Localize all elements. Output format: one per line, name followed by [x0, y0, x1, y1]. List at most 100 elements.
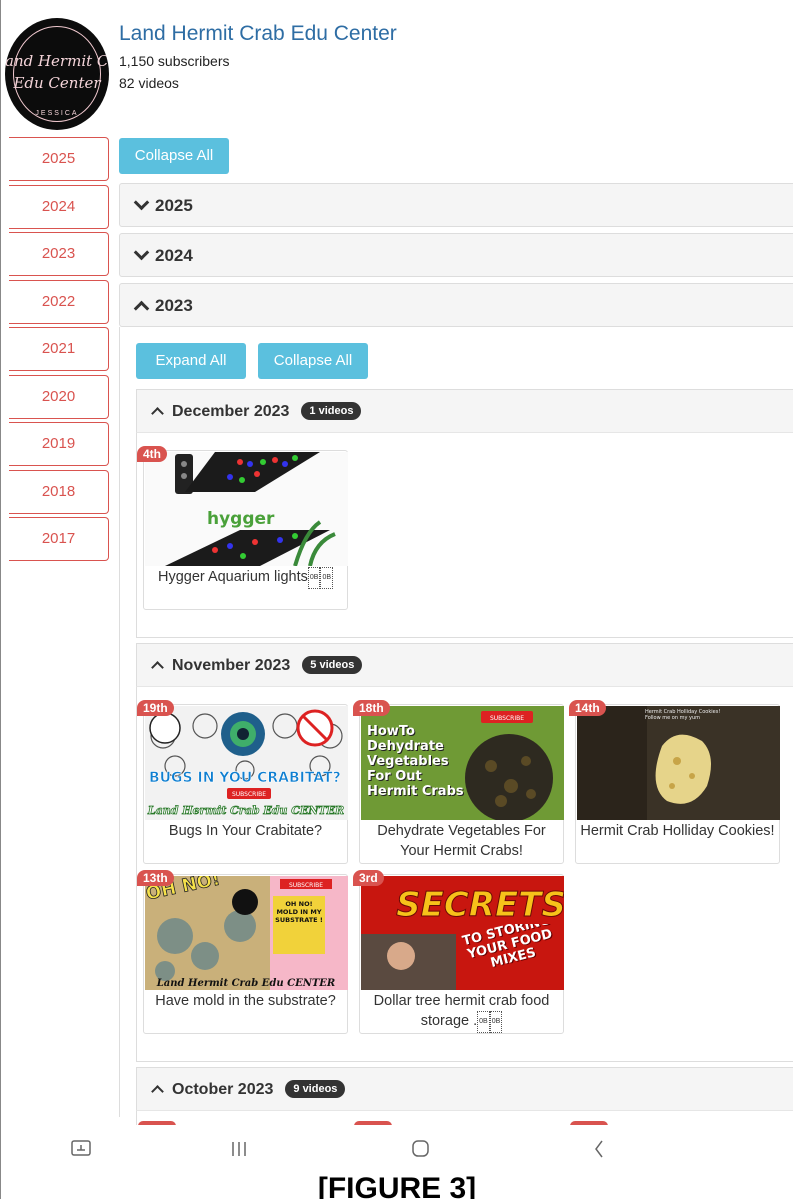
day-badge: 13th [137, 870, 174, 886]
channel-name-link[interactable]: Land Hermit Crab Edu Center [119, 22, 397, 46]
year-nav-2023[interactable]: 2023 [9, 232, 109, 276]
video-thumbnail[interactable]: Hermit Crab Holliday Cookies! Follow me … [577, 706, 780, 820]
thumbnail-cookies-image: Hermit Crab Holliday Cookies! Follow me … [577, 706, 780, 820]
video-thumbnail[interactable]: BUGS IN YOU CRABITAT? SUBSCRIBE Land Her… [145, 706, 348, 820]
video-count-badge: 1 videos [301, 402, 362, 420]
year-panel-2024[interactable]: 2024 [119, 233, 793, 277]
video-thumbnail[interactable]: hygger [145, 452, 348, 566]
chevron-up-icon [151, 407, 164, 421]
video-title-text: Hygger Aquarium lights [157, 569, 308, 585]
day-badge-partial [354, 1121, 392, 1125]
thumbnail-title-text: OH NO! MOLD IN MY SUBSTRATE ! [275, 900, 323, 924]
avatar-text-line3: JESSICA [35, 110, 79, 117]
chevron-up-icon [133, 300, 150, 317]
video-count-badge: 5 videos [302, 656, 363, 674]
year-panel-2025[interactable]: 2025 [119, 183, 793, 227]
video-thumbnail[interactable]: SUBSCRIBE HowTo Dehydrate Vegetables For… [361, 706, 564, 820]
thumbnail-subscribe-text: SUBSCRIBE [490, 715, 524, 722]
month-header-november-2023[interactable]: November 2023 5 videos [136, 643, 793, 687]
video-card[interactable]: 3rd SECRETS TO STORING YOUR FOOD MIXES D… [353, 870, 564, 1034]
thumbnail-title-text: BUGS IN YOU CRABITAT? [149, 770, 341, 786]
video-title[interactable]: Hermit Crab Holliday Cookies! [580, 821, 775, 841]
collapse-all-button[interactable]: Collapse All [119, 138, 229, 174]
year-nav-2025[interactable]: 2025 [9, 137, 109, 181]
thumbnail-footer-text: Land Hermit Crab Edu CENTER [147, 804, 344, 817]
year-panel-2023[interactable]: 2023 [119, 283, 793, 327]
thumbnail-bugs-image: BUGS IN YOU CRABITAT? SUBSCRIBE Land Her… [145, 706, 348, 820]
chevron-up-icon [151, 661, 164, 675]
year-panel-label: 2023 [155, 296, 193, 315]
chevron-down-icon [133, 244, 150, 261]
video-title-text: Dollar tree hermit crab food storage . [373, 993, 550, 1029]
figure-caption: [FIGURE 3] [317, 1172, 477, 1199]
video-title[interactable]: Dehydrate Vegetables For Your Hermit Cra… [364, 821, 559, 861]
video-title[interactable]: Bugs In Your Crabitate? [148, 821, 343, 841]
home-icon[interactable] [412, 1140, 429, 1157]
month-label: December 2023 [172, 403, 290, 420]
thumbnail-dehydrate-image: SUBSCRIBE HowTo Dehydrate Vegetables For… [361, 706, 564, 820]
month-label: November 2023 [172, 657, 291, 674]
video-card[interactable]: 13th OH NO! MOLD IN MY SUBSTRATE ! SUBSC… [137, 870, 348, 1034]
day-badge-partial [570, 1121, 608, 1125]
collapse-all-2023-button[interactable]: Collapse All [258, 343, 368, 379]
video-title[interactable]: Have mold in the substrate? [148, 991, 343, 1011]
year-nav-2024[interactable]: 2024 [9, 184, 109, 229]
thumbnail-subtitle-text: TO STORING YOUR FOOD MIXES [460, 924, 554, 971]
year-nav-2018[interactable]: 2018 [9, 469, 109, 514]
missing-glyph-icon: 0B [320, 567, 334, 589]
missing-glyph-icon: 0B [489, 1011, 503, 1033]
month-header-december-2023[interactable]: December 2023 1 videos [136, 389, 793, 433]
video-card[interactable]: 14th Hermit Crab Holliday Cookies! Follo… [569, 700, 780, 864]
video-card[interactable]: 19th BUGS IN YOU CRABITAT? SUBSCRIBE Lan… [137, 700, 348, 864]
screen-cast-icon[interactable] [71, 1140, 91, 1156]
thumbnail-title-text: SECRETS [396, 885, 564, 925]
year-nav-2019[interactable]: 2019 [9, 422, 109, 466]
recent-apps-icon[interactable] [232, 1142, 246, 1156]
thumbnail-subscribe-text: SUBSCRIBE [289, 882, 323, 889]
year-panel-label: 2025 [155, 196, 193, 215]
avatar-text-line1: and Hermit Crab [5, 52, 109, 70]
channel-avatar[interactable]: and Hermit Crab Edu Center JESSICA [5, 18, 109, 130]
video-thumbnail[interactable]: OH NO! MOLD IN MY SUBSTRATE ! SUBSCRIBE … [145, 876, 348, 990]
expand-all-button[interactable]: Expand All [136, 343, 246, 379]
month-body-november-2023: 19th BUGS IN YOU CRABITAT? SUBSCRIBE Lan… [136, 687, 793, 1062]
year-nav-2020[interactable]: 2020 [9, 374, 109, 419]
day-badge: 14th [569, 700, 606, 716]
video-card[interactable]: 18th SUBSCRIBE HowTo Dehydrate Vegetable… [353, 700, 564, 864]
year-nav-2022[interactable]: 2022 [9, 279, 109, 324]
missing-glyph-icon: 0B [477, 1011, 490, 1033]
thumbnail-title-text: Hermit Crab Holliday Cookies! Follow me … [645, 709, 721, 721]
chevron-up-icon [151, 1085, 164, 1099]
thumbnail-subscribe-text: SUBSCRIBE [232, 791, 266, 798]
day-badge: 4th [137, 446, 167, 462]
video-count: 82 videos [119, 75, 179, 91]
year-nav-2021[interactable]: 2021 [9, 327, 109, 371]
video-title[interactable]: Dollar tree hermit crab food storage . 0B… [364, 991, 559, 1033]
back-icon[interactable] [595, 1140, 603, 1158]
month-body-december-2023: 4th hygger Hygger Aquarium lights 0B 0B [136, 433, 793, 638]
chevron-down-icon [133, 194, 150, 211]
video-count-badge: 9 videos [285, 1080, 346, 1098]
video-thumbnail[interactable]: SECRETS TO STORING YOUR FOOD MIXES [361, 876, 564, 990]
missing-glyph-icon: 0B [307, 567, 321, 589]
year-nav-2017[interactable]: 2017 [9, 517, 109, 561]
system-nav-bar [1, 1128, 793, 1170]
day-badge-partial [138, 1121, 176, 1125]
year-panel-label: 2024 [155, 246, 193, 265]
video-card[interactable]: 4th hygger Hygger Aquarium lights 0B 0B [137, 446, 348, 610]
thumbnail-hygger-image: hygger [145, 452, 348, 566]
thumbnail-secrets-image: SECRETS TO STORING YOUR FOOD MIXES [361, 876, 564, 990]
thumbnail-brand-text: hygger [207, 509, 275, 529]
thumbnail-mold-image: OH NO! MOLD IN MY SUBSTRATE ! SUBSCRIBE … [145, 876, 348, 990]
subscriber-count: 1,150 subscribers [119, 53, 230, 69]
day-badge: 19th [137, 700, 174, 716]
month-label: October 2023 [172, 1081, 274, 1098]
avatar-text-line2: Edu Center [13, 74, 101, 92]
thumbnail-title-text: HowTo Dehydrate Vegetables For Out Hermi… [367, 724, 464, 799]
day-badge: 3rd [353, 870, 384, 886]
year-nav: 2025 2024 2023 2022 2021 2020 2019 2018 … [9, 137, 109, 565]
video-title[interactable]: Hygger Aquarium lights 0B 0B [148, 567, 343, 589]
day-badge: 18th [353, 700, 390, 716]
thumbnail-footer-text: Land Hermit Crab Edu CENTER [156, 978, 335, 989]
month-header-october-2023[interactable]: October 2023 9 videos [136, 1067, 793, 1111]
